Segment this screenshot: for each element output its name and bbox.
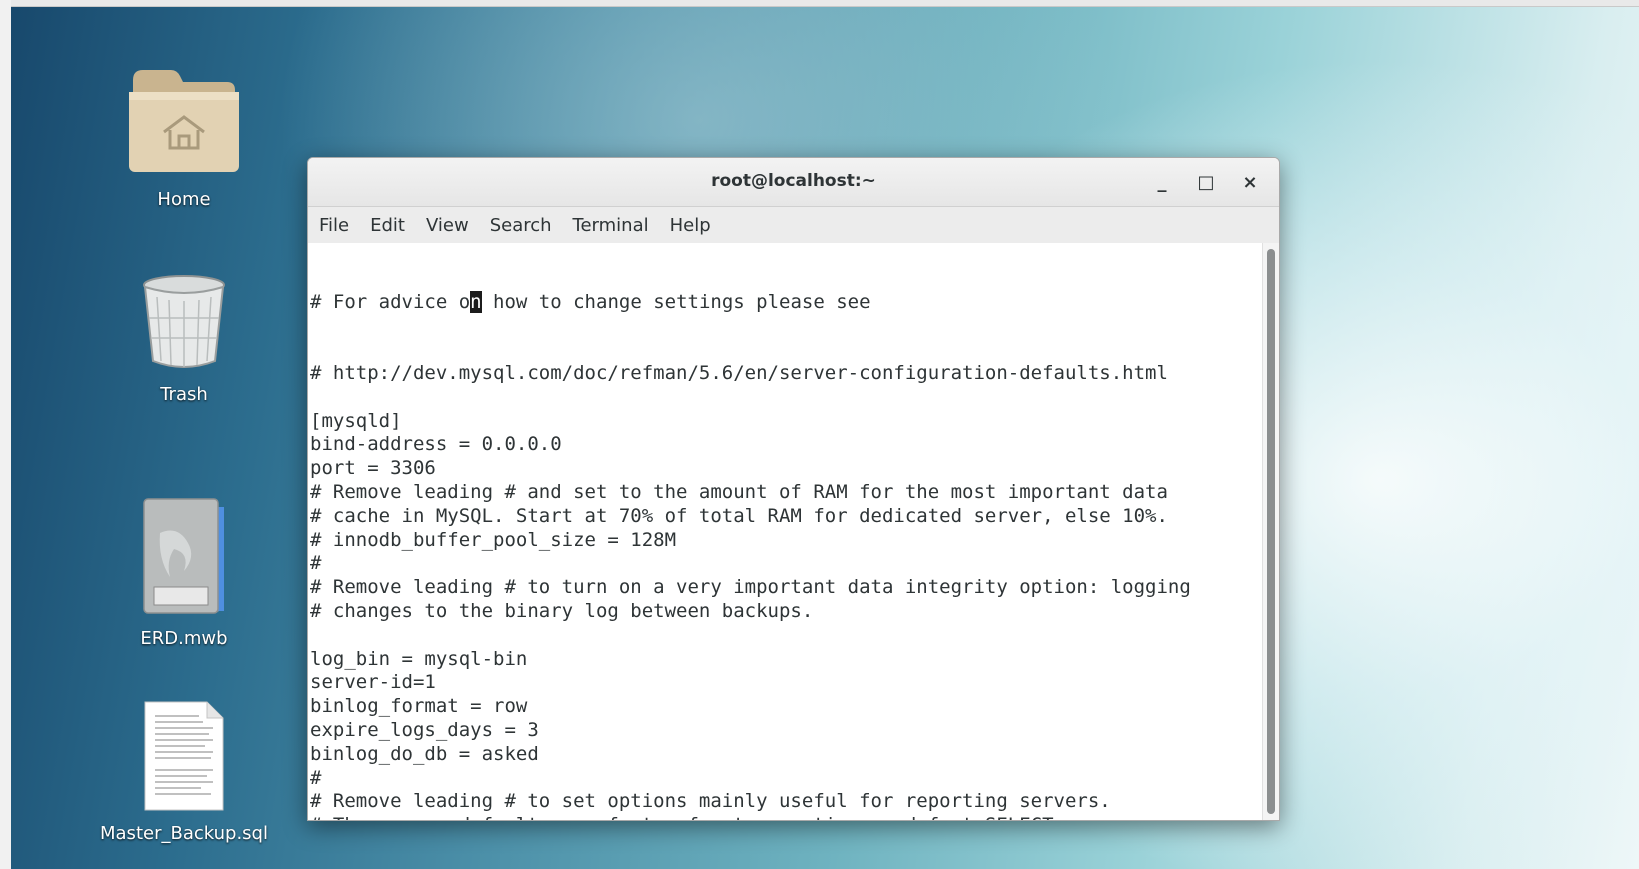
terminal-text: # For advice o xyxy=(310,290,471,313)
terminal-line: # For advice on how to change settings p… xyxy=(310,290,1263,315)
scrollbar-thumb[interactable] xyxy=(1267,249,1275,814)
left-edge xyxy=(0,0,11,869)
terminal-line: # changes to the binary log between back… xyxy=(310,599,814,622)
window-titlebar[interactable]: root@localhost:~ _ □ × xyxy=(308,158,1279,207)
terminal-content: # For advice on how to change settings p… xyxy=(308,243,1263,820)
menu-terminal[interactable]: Terminal xyxy=(573,215,649,236)
desktop-icon-label: Home xyxy=(157,189,211,210)
terminal-line: # The server defaults are faster for tra… xyxy=(310,814,1263,820)
home-folder-icon xyxy=(129,70,239,172)
desktop-icon-erd-mwb[interactable]: ERD.mwb xyxy=(99,497,269,649)
desktop-icon-trash[interactable]: Trash xyxy=(99,273,269,405)
menu-edit[interactable]: Edit xyxy=(370,215,405,236)
terminal-line: # cache in MySQL. Start at 70% of total … xyxy=(310,504,1168,527)
terminal-line: # Remove leading # and set to the amount… xyxy=(310,480,1168,503)
trash-icon xyxy=(143,275,225,368)
terminal-text: how to change settings please see xyxy=(481,290,871,313)
terminal-line: binlog_format = row xyxy=(310,695,528,718)
terminal-line: expire_logs_days = 3 xyxy=(310,718,539,741)
terminal-line: bind-address = 0.0.0.0 xyxy=(310,433,562,456)
menu-bar: File Edit View Search Terminal Help xyxy=(308,207,1279,244)
text-document-icon xyxy=(144,701,224,811)
menu-view[interactable]: View xyxy=(426,215,469,236)
mysql-workbench-file-icon xyxy=(143,498,224,614)
minimize-button[interactable]: _ xyxy=(1147,170,1177,194)
vertical-scrollbar[interactable] xyxy=(1262,243,1279,820)
terminal-line: # innodb_buffer_pool_size = 128M xyxy=(310,528,677,551)
desktop-icon-home[interactable]: Home xyxy=(99,66,269,210)
desktop-icon-label: ERD.mwb xyxy=(140,628,228,649)
window-controls: _ □ × xyxy=(1147,170,1265,194)
terminal-line: # xyxy=(310,552,322,575)
terminal-text-area[interactable]: # For advice on how to change settings p… xyxy=(308,243,1263,820)
terminal-line: log_bin = mysql-bin xyxy=(310,647,528,670)
menu-search[interactable]: Search xyxy=(490,215,552,236)
terminal-line: binlog_do_db = asked xyxy=(310,742,539,765)
top-panel xyxy=(0,0,1639,7)
terminal-line: # Remove leading # to set options mainly… xyxy=(310,790,1111,813)
close-button[interactable]: × xyxy=(1235,170,1265,194)
desktop-icon-master-backup-sql[interactable]: Master_Backup.sql xyxy=(99,700,269,844)
terminal-line: # Remove leading # to turn on a very imp… xyxy=(310,576,1191,599)
terminal-window[interactable]: root@localhost:~ _ □ × File Edit View Se… xyxy=(307,157,1280,821)
desktop-icon-label: Trash xyxy=(160,384,208,405)
terminal-line: # xyxy=(310,766,322,789)
terminal-line: # http://dev.mysql.com/doc/refman/5.6/en… xyxy=(310,361,1168,384)
text-cursor: n xyxy=(470,290,482,313)
terminal-line: server-id=1 xyxy=(310,671,436,694)
window-title: root@localhost:~ xyxy=(711,171,876,191)
terminal-line: port = 3306 xyxy=(310,457,436,480)
desktop-icon-label: Master_Backup.sql xyxy=(100,823,268,844)
maximize-button[interactable]: □ xyxy=(1191,170,1221,194)
menu-file[interactable]: File xyxy=(319,215,349,236)
terminal-line: [mysqld] xyxy=(310,409,402,432)
menu-help[interactable]: Help xyxy=(670,215,711,236)
